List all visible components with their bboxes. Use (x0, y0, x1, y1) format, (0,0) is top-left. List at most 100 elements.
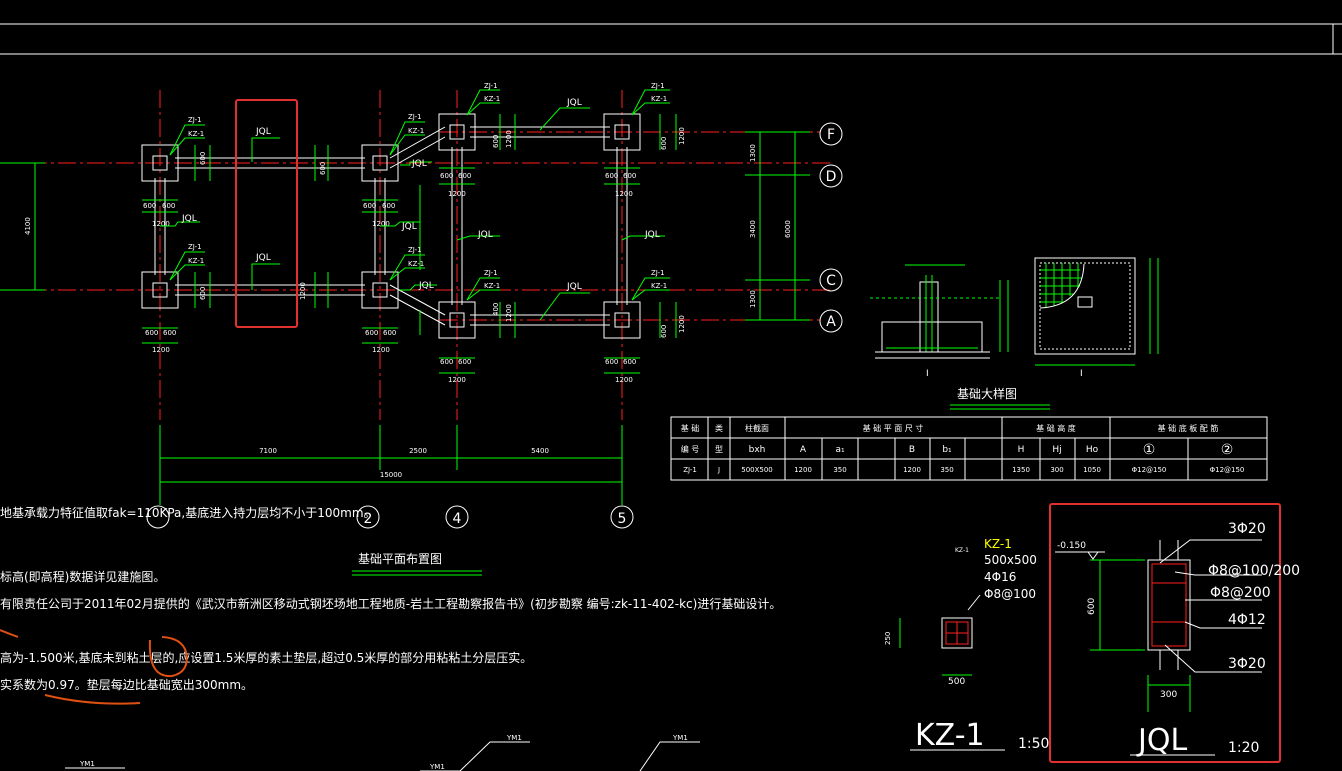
kz1-dim-500: 500 (948, 677, 965, 687)
dim-text: 600 (623, 172, 636, 180)
jql-label: JQL (255, 127, 271, 137)
dim-text: 600 (143, 202, 156, 210)
th-A: A (800, 445, 807, 455)
note-5: 实系数为0.97。垫层每边比基础宽出300mm。 (0, 677, 253, 692)
td-code: ZJ-1 (683, 466, 697, 474)
ym1-tag: YM1 (429, 763, 445, 771)
jql-elev-marker (1087, 551, 1099, 560)
kz1-tag: KZ-1 (955, 547, 969, 554)
th-rebar: 基 础 底 板 配 筋 (1158, 423, 1219, 433)
left-dimension: 4100 (0, 162, 45, 291)
jql-detail: -0.150 3Φ20 Φ8@100/200 Φ8@200 4Φ12 3Φ20 … (1049, 503, 1300, 763)
td-rebar1: Φ12@150 (1132, 466, 1167, 474)
dim-text: 1200 (615, 190, 633, 198)
plan-title: 基础平面布置图 (358, 552, 442, 566)
dim-text: 600 (365, 329, 378, 337)
th-height: 基 础 高 度 (1036, 423, 1076, 433)
dim-text-vertical: 600 (660, 325, 668, 338)
th-b1: b₁ (942, 445, 952, 455)
dim-text: 1200 (152, 346, 170, 354)
kz-label: KZ-1 (408, 260, 424, 268)
dim-5400: 5400 (531, 447, 549, 455)
kz1-stirrup: Φ8@100 (984, 587, 1036, 601)
jql-label: JQL (644, 230, 660, 240)
axis-label-C: C (826, 273, 836, 289)
axis-label-5: 5 (618, 511, 627, 527)
jql-label: JQL (418, 281, 434, 291)
kz1-detail: KZ-1 KZ-1 500x500 4Φ16 Φ8@100 500 250 KZ… (884, 537, 1049, 753)
jql-stirrup (1151, 563, 1187, 647)
dim-text-vertical: 600 (319, 162, 327, 175)
note-3: 有限责任公司于2011年02月提供的《武汉市新洲区移动式钢坯场地工程地质-岩土工… (0, 596, 781, 611)
axis-label-4: 4 (453, 511, 462, 527)
dim-1300: 1300 (749, 144, 757, 162)
axis-label-A: A (826, 314, 836, 330)
td-type: J (717, 466, 720, 474)
dim-7100: 7100 (259, 447, 277, 455)
dim-text-vertical: 1200 (678, 315, 686, 333)
th-type2: 型 (715, 445, 723, 454)
dim-text-vertical: 1200 (299, 282, 307, 300)
kz1-scale: 1:50 (1018, 736, 1049, 752)
foundation-rebar-grid (1040, 263, 1082, 308)
foundation-section-detail (870, 264, 1009, 359)
dim-1300: 1300 (749, 290, 757, 308)
dim-text: 1200 (448, 190, 466, 198)
jql-label: JQL (477, 230, 493, 240)
dim-text: 600 (163, 329, 176, 337)
jql-stirrup1: Φ8@100/200 (1208, 563, 1300, 579)
th-Ho: Ho (1086, 445, 1099, 455)
dim-text: 1200 (615, 376, 633, 384)
jql-scale: 1:20 (1228, 740, 1259, 756)
dim-text: 600 (605, 172, 618, 180)
zj-label: ZJ-1 (651, 269, 665, 277)
kz1-leader (967, 594, 981, 611)
foundation-plan-detail (1034, 257, 1159, 366)
kz-label: KZ-1 (651, 282, 667, 290)
annotation-stroke-left (0, 629, 19, 638)
note-2: 标高(即高程)数据详见建施图。 (0, 569, 165, 584)
dim-text: 600 (440, 172, 453, 180)
zj-label: ZJ-1 (188, 116, 202, 124)
th-B: B (909, 445, 915, 455)
dim-text: 600 (623, 358, 636, 366)
kz-label: KZ-1 (484, 95, 500, 103)
jql-height: 600 (1087, 598, 1097, 615)
dim-text: 1200 (448, 376, 466, 384)
dim-text-vertical: 600 (199, 287, 207, 300)
th-H: H (1018, 445, 1025, 455)
th-col: 柱截面 (745, 423, 769, 433)
th-Hj: Hj (1052, 445, 1061, 455)
dim-15000: 15000 (380, 471, 402, 479)
dim-text: 600 (383, 329, 396, 337)
th-a1: a₁ (835, 445, 845, 455)
zj-label: ZJ-1 (408, 113, 422, 121)
cad-drawing-canvas[interactable]: 600 600 1200 600 600 1200 600 600 1200 6… (0, 0, 1342, 771)
jql-side-bar: 4Φ12 (1228, 612, 1266, 628)
annotation-underline (44, 694, 141, 705)
th-rebar1: ① (1143, 442, 1156, 458)
dim-text-vertical: 1200 (505, 304, 513, 322)
ym1-tag: YM1 (506, 734, 522, 742)
jql-width: 300 (1160, 690, 1177, 700)
section-mark-plan: I (1080, 369, 1083, 379)
dim-text: 1200 (372, 346, 390, 354)
jql-label: JQL (566, 98, 582, 108)
td-Hj: 300 (1050, 466, 1063, 474)
th-bxh: bxh (749, 445, 766, 455)
jql-bottom-bar: 3Φ20 (1228, 656, 1266, 672)
zj-label: ZJ-1 (484, 269, 498, 277)
dim-text-vertical: 400 (492, 303, 500, 316)
dim-text: 600 (458, 172, 471, 180)
section-mark: I (926, 369, 929, 379)
axis-label-D: D (826, 169, 837, 185)
kz1-name: KZ-1 (984, 537, 1012, 551)
bottom-dimension-chain (159, 425, 623, 505)
ym1-tag: YM1 (672, 734, 688, 742)
dim-text: 600 (145, 329, 158, 337)
jql-top-bar: 3Φ20 (1228, 521, 1266, 537)
jql-label: JQL (255, 253, 271, 263)
zj-label: ZJ-1 (651, 82, 665, 90)
dim-text: 600 (363, 202, 376, 210)
ym1-tag: YM1 (79, 760, 95, 768)
